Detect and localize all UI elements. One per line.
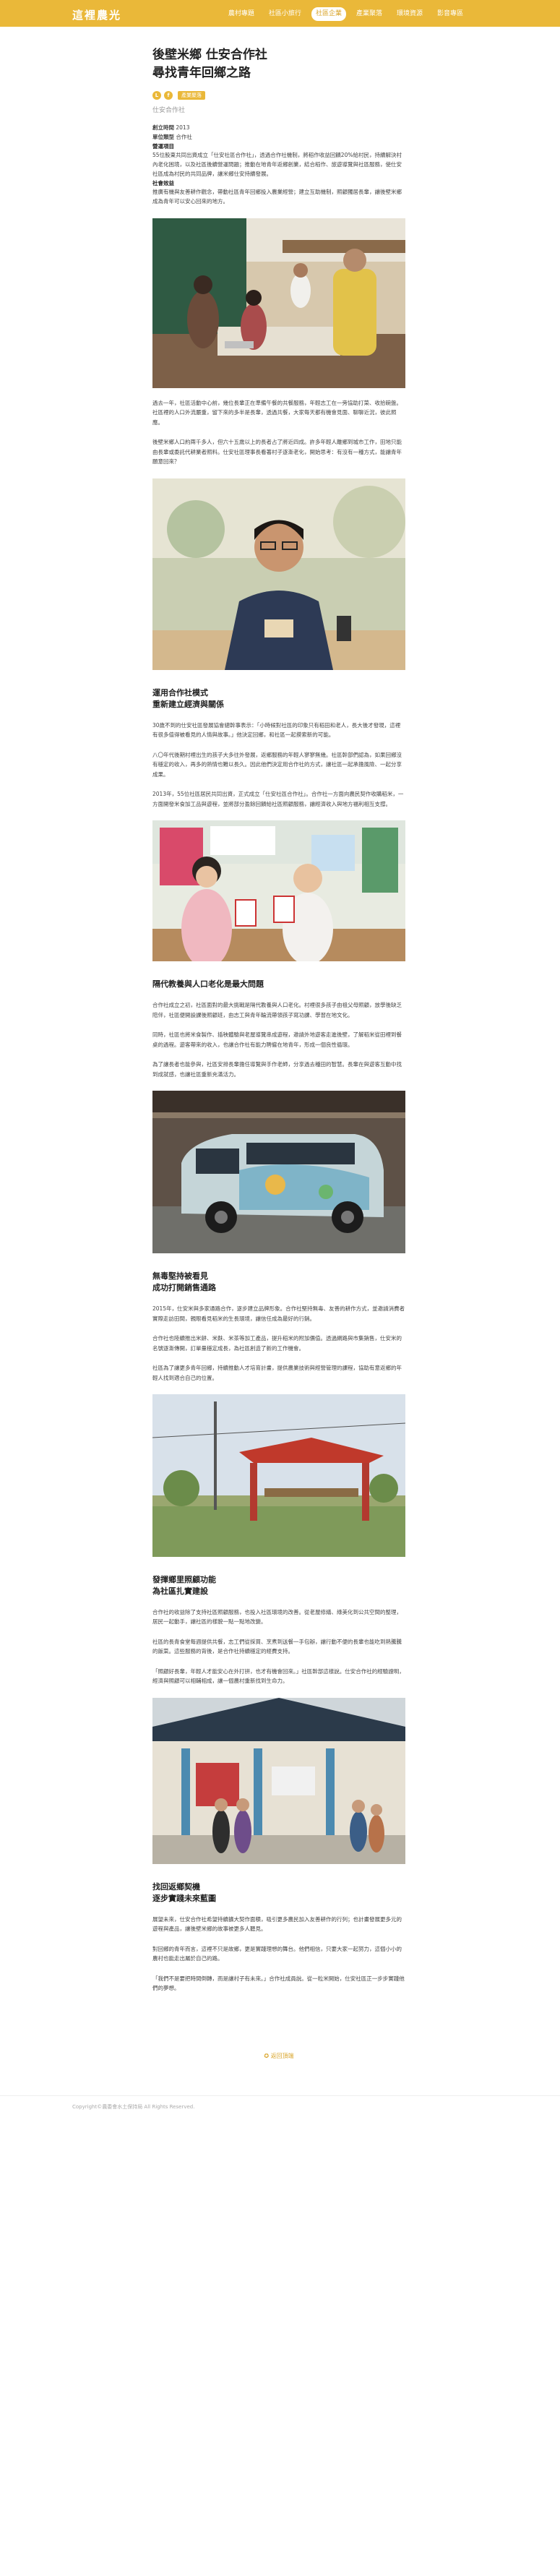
photo-community-kitchen (152, 218, 405, 388)
main-nav: 農村專題 社區小旅行 社區企業 產業聚落 環境資源 影音專區 (224, 7, 468, 21)
photo-red-pavilion (152, 1394, 405, 1558)
section-heading: 運用合作社模式 重新建立經濟與關係 (152, 687, 224, 709)
paragraph: 「照顧好長輩，年輕人才能安心在外打拼，也才有機會回來。」社區幹部這樣說。仕安合作… (152, 1667, 405, 1685)
paragraph: 社區為了讓更多青年回鄉，持續推動人才培育計畫，提供農業技術與經營管理的課程，協助… (152, 1365, 402, 1381)
arrow-up-icon: ✪ (264, 2052, 270, 2059)
facebook-share-icon[interactable]: f (164, 91, 173, 100)
photo-young-man (152, 478, 405, 670)
nav-item-video[interactable]: 影音專區 (433, 7, 468, 21)
site-logo[interactable]: 這裡農光 (72, 7, 121, 25)
paragraph: 社區的長青食堂每週提供共餐，志工們從採買、烹煮到送餐一手包辦，讓行動不便的長輩也… (152, 1638, 402, 1655)
meta-row: L f 產業聚落 (152, 91, 405, 100)
article-subtitle: 仕安合作社 (152, 107, 186, 115)
paragraph: 30歲不到的仕安社區發展協會總幹事表示：「小時候對社區的印象只有稻田和老人，長大… (152, 721, 401, 739)
nav-item-industry[interactable]: 產業聚落 (352, 7, 387, 21)
site-header: 這裡農光 農村專題 社區小旅行 社區企業 產業聚落 環境資源 影音專區 (0, 0, 560, 27)
paragraph: 展望未來，仕安合作社希望持續擴大契作面積，吸引更多農民加入友善耕作的行列；也計畫… (152, 1915, 402, 1933)
section-heading: 隔代教養與人口老化是最大問題 (152, 979, 264, 989)
paragraph: 對回鄉的青年而言，這裡不只是故鄉，更是實踐理想的舞台。他們相信，只要大家一起努力… (152, 1945, 402, 1962)
paragraph: 八〇年代後期村裡出生的孩子大多往外發展，返鄉服務的年輕人寥寥無幾。社區幹部們認為… (152, 751, 402, 778)
paragraph: 「我們不是要把時間倒轉，而是讓村子有未來。」合作社成員說。從一粒米開始，仕安社區… (152, 1975, 405, 1992)
footer-copyright: Copyright©農委會水土保持局 All Rights Reserved. (0, 2095, 560, 2126)
photo-temple-building (152, 1697, 405, 1864)
paragraph: 2015年，仕安米與多家通路合作，逐步建立品牌形象。合作社堅持無毒、友善的耕作方… (152, 1305, 405, 1322)
photo-women-products (152, 820, 405, 962)
line-share-icon[interactable]: L (152, 91, 161, 100)
article-title: 後壁米鄉 仕安合作社 尋找青年回鄉之路 (152, 48, 267, 80)
info-block: 創立時間 2013 單位類型 合作社 營運項目 55位股東共同出資成立「仕安社區… (152, 124, 402, 205)
paragraph: 2013年，55位社區居民共同出資，正式成立「仕安社區合作社」。合作社一方面向農… (152, 791, 404, 807)
back-to-top-link[interactable]: ✪ 返回頂端 (152, 2051, 405, 2061)
paragraph: 合作社成立之初，社區面對的最大挑戰是隔代教養與人口老化。村裡很多孩子由祖父母照顧… (152, 1002, 402, 1018)
nav-item-enterprise[interactable]: 社區企業 (311, 7, 346, 21)
paragraph: 合作社的收益除了支持社區照顧服務，也投入社區環境的改善。從老屋修繕、綠美化到公共… (152, 1608, 402, 1626)
paragraph: 合作社也陸續推出米餅、米麩、米茶等加工產品，提升稻米的附加價值。透過網路與市集銷… (152, 1335, 402, 1352)
category-tag[interactable]: 產業聚落 (178, 91, 205, 100)
nav-item-trip[interactable]: 社區小旅行 (264, 7, 306, 21)
section-heading: 找回返鄉契機 逐步實踐未來藍圖 (152, 1881, 216, 1903)
article: 後壁米鄉 仕安合作社 尋找青年回鄉之路 L f 產業聚落 仕安合作社 創立時間 … (152, 27, 405, 2061)
paragraph: 同時，社區也將米食製作、插秧體驗與老屋導覽串成遊程，邀請外地遊客走進後壁，了解稻… (152, 1031, 402, 1048)
paragraph: 後壁米鄉人口約兩千多人，但六十五歲以上的長者占了將近四成。許多年輕人離鄉到城市工… (152, 439, 402, 465)
nav-item-environment[interactable]: 環境資源 (392, 7, 427, 21)
photo-painted-van (152, 1091, 405, 1254)
nav-item-rural[interactable]: 農村專題 (224, 7, 259, 21)
section-heading: 發揮鄉里照顧功能 為社區扎實建設 (152, 1575, 216, 1596)
section-heading: 無毒堅持被看見 成功打開銷售通路 (152, 1271, 216, 1293)
paragraph: 過去一年，社區活動中心前，幾位長輩正在準備午餐的共餐服務，年輕志工在一旁協助打菜… (152, 399, 402, 426)
paragraph: 為了讓長者也能參與，社區安排長輩擔任導覽與手作老師，分享過去種田的智慧。長輩在與… (152, 1061, 402, 1078)
